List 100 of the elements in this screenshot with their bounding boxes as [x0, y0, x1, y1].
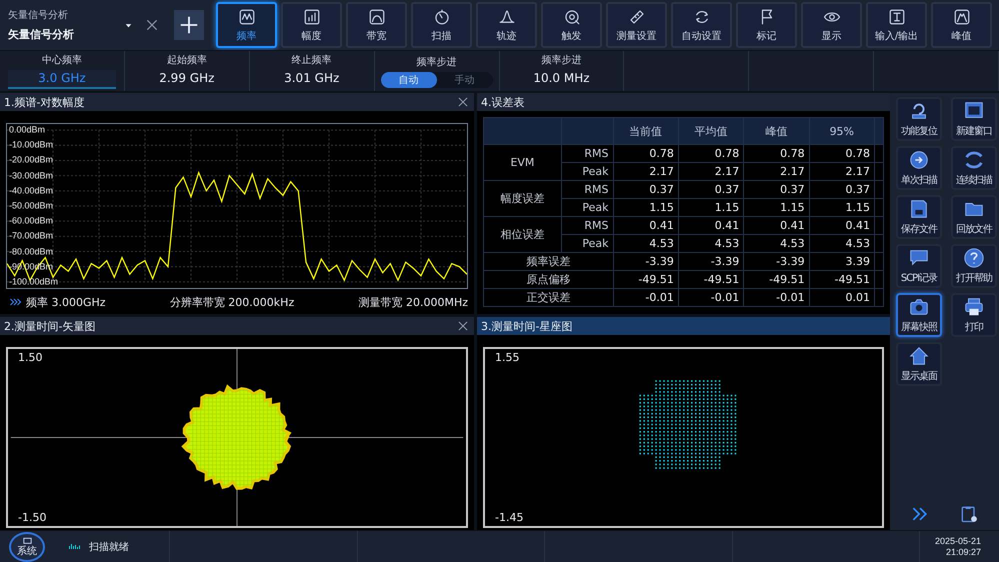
table-cell: 2.17 — [613, 162, 678, 180]
toolbar-button[interactable]: 自动设置 — [671, 2, 732, 48]
window-title: 3.测量时间-星座图 — [481, 318, 572, 334]
toolbar-button[interactable]: 标记 — [736, 2, 797, 48]
status-time: 21:09:27 — [946, 546, 981, 558]
peak-icon — [498, 8, 516, 26]
toolbar-button[interactable]: 输入/输出 — [866, 2, 927, 48]
close-icon — [144, 17, 160, 33]
axis-label: -50.00dBm — [9, 200, 54, 212]
marker-readout: 分辨率带宽 200.000kHz — [170, 294, 294, 310]
table-cell: -49.51 — [809, 270, 874, 288]
sync-icon — [963, 149, 985, 171]
table-cell: 4.53 — [678, 234, 744, 252]
column-header: 平均值 — [678, 118, 744, 144]
table-cell: 频率误差 — [484, 252, 614, 270]
toggle-option[interactable]: 自动 — [380, 72, 437, 88]
window-header[interactable]: 2.测量时间-矢量图 — [0, 317, 474, 335]
sidebar-button[interactable]: SCPI记录 — [896, 244, 942, 288]
add-button[interactable] — [174, 10, 204, 40]
table-cell: -49.51 — [744, 270, 810, 288]
window-header[interactable]: 3.测量时间-星座图 — [477, 317, 890, 335]
table-cell: 相位误差 — [484, 216, 562, 252]
dial-icon — [432, 8, 450, 26]
close-button[interactable] — [456, 95, 470, 109]
table-cell: 0.41 — [678, 216, 744, 234]
marker-readout: 频率 3.000GHz — [26, 294, 106, 310]
app-selector[interactable]: 矢量信号分析 矢量信号分析 — [8, 3, 134, 47]
frame-icon — [952, 8, 970, 26]
table-cell: 幅度误差 — [484, 180, 562, 216]
toolbar-button[interactable]: 峰值 — [931, 2, 992, 48]
axis-label: -1.45 — [495, 511, 524, 524]
table-cell: 1.15 — [613, 198, 678, 216]
param-label: 频率步进 — [416, 56, 457, 68]
window-title: 1.频谱-对数幅度 — [4, 94, 84, 110]
marker-readout: 测量带宽 20.000MHz — [358, 294, 468, 310]
table-cell: RMS — [561, 180, 614, 198]
table-cell: 0.37 — [809, 180, 874, 198]
table-cell: -3.39 — [744, 252, 810, 270]
param-field[interactable]: 3.0 GHz — [8, 70, 116, 89]
window-header[interactable]: 4.误差表 — [477, 93, 890, 111]
toggle-option[interactable]: 手动 — [436, 72, 493, 88]
table-cell: 原点偏移 — [484, 270, 614, 288]
sidebar-button[interactable]: 功能复位 — [896, 97, 942, 141]
sidebar-button[interactable]: 屏幕快照 — [896, 293, 942, 337]
table-cell: -49.51 — [678, 270, 744, 288]
system-button[interactable]: 系统 — [9, 532, 45, 562]
status-date: 2025-05-21 — [934, 536, 981, 546]
table-cell: RMS — [561, 216, 614, 234]
close-button[interactable] — [456, 319, 470, 333]
sidebar-button[interactable]: 连续扫描 — [951, 146, 997, 190]
table-cell: 0.37 — [744, 180, 810, 198]
axis-label: -40.00dBm — [9, 185, 54, 196]
camera-icon — [908, 296, 930, 318]
close-icon — [456, 319, 470, 333]
table-cell: -0.01 — [744, 288, 810, 306]
param-field[interactable]: 2.99 GHz — [129, 70, 244, 89]
table-cell: -0.01 — [678, 288, 744, 306]
window-header[interactable]: 1.频谱-对数幅度 — [0, 93, 474, 111]
toolbar-button[interactable]: 显示 — [801, 2, 862, 48]
column-header: 95% — [809, 118, 874, 144]
param-label: 频率步进 — [541, 54, 582, 67]
column-header: 峰值 — [744, 118, 810, 144]
text-cursor-icon — [888, 8, 906, 26]
param-field[interactable]: 10.0 MHz — [503, 70, 620, 89]
table-cell: -0.01 — [613, 288, 678, 306]
param-label: 中心频率 — [42, 54, 82, 67]
table-cell: 0.41 — [613, 216, 678, 234]
table-cell: Peak — [561, 234, 614, 252]
toolbar-button[interactable]: 轨迹 — [476, 2, 537, 48]
plus-icon — [178, 14, 200, 36]
table-cell: Peak — [561, 198, 614, 216]
help-icon — [963, 247, 985, 269]
table-cell: 4.53 — [744, 234, 810, 252]
toolbar-button[interactable]: 测量设置 — [606, 2, 667, 48]
toolbar-button[interactable]: 频率 — [216, 2, 277, 48]
sidebar-button[interactable]: 单次扫描 — [896, 146, 942, 190]
param-field[interactable]: 3.01 GHz — [254, 70, 370, 89]
ruler-icon — [628, 8, 646, 26]
sidebar-button[interactable]: 显示桌面 — [896, 342, 942, 386]
table-cell: Peak — [561, 162, 614, 180]
wave-icon — [238, 8, 256, 26]
table-cell: 4.53 — [613, 234, 678, 252]
table-cell: 0.37 — [678, 180, 744, 198]
monitor-icon — [20, 536, 34, 547]
status-text: 扫描就绪 — [89, 540, 130, 554]
toolbar-button[interactable]: 幅度 — [281, 2, 342, 48]
toolbar-button[interactable]: 触发 — [541, 2, 602, 48]
axis-label: -1.50 — [18, 511, 46, 524]
sidebar-button[interactable]: 保存文件 — [896, 195, 942, 239]
table-cell: 2.17 — [809, 162, 874, 180]
selector-caption: 矢量信号分析 — [8, 8, 69, 22]
param-label: 终止频率 — [292, 54, 332, 67]
sidebar-button[interactable]: 新建窗口 — [951, 97, 997, 141]
toolbar-button[interactable]: 带宽 — [346, 2, 407, 48]
axis-label: -30.00dBm — [9, 170, 54, 182]
sidebar-button[interactable]: 打开帮助 — [951, 244, 997, 288]
sidebar-button[interactable]: 回放文件 — [951, 195, 997, 239]
toolbar-button[interactable]: 扫描 — [411, 2, 472, 48]
axis-label: -20.00dBm — [9, 154, 54, 166]
sidebar-button[interactable]: 打印 — [951, 293, 997, 337]
